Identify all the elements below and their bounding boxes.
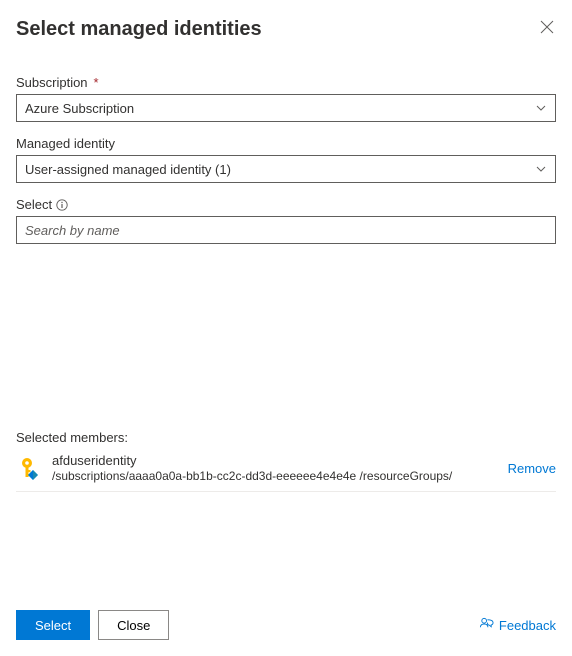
feedback-label: Feedback: [499, 618, 556, 633]
select-label: Select: [16, 197, 556, 212]
subscription-value: Azure Subscription: [25, 101, 134, 116]
selected-members-section: Selected members: afduseridentity /subsc…: [16, 430, 556, 492]
panel-footer: Select Close Feedback: [16, 510, 556, 640]
member-info: afduseridentity /subscriptions/aaaa0a0a-…: [52, 453, 500, 485]
chevron-down-icon: [535, 102, 547, 114]
subscription-dropdown[interactable]: Azure Subscription: [16, 94, 556, 122]
selected-members-label: Selected members:: [16, 430, 556, 445]
subscription-field: Subscription* Azure Subscription: [16, 75, 556, 122]
footer-buttons: Select Close: [16, 610, 169, 640]
managed-identity-label: Managed identity: [16, 136, 556, 151]
select-field: Select: [16, 197, 556, 244]
search-input[interactable]: [16, 216, 556, 244]
remove-link[interactable]: Remove: [508, 461, 556, 476]
feedback-icon: [479, 616, 494, 634]
subscription-label: Subscription*: [16, 75, 556, 90]
managed-identity-icon: [16, 455, 44, 483]
managed-identity-value: User-assigned managed identity (1): [25, 162, 231, 177]
managed-identity-dropdown[interactable]: User-assigned managed identity (1): [16, 155, 556, 183]
close-icon[interactable]: [538, 18, 556, 39]
select-button[interactable]: Select: [16, 610, 90, 640]
chevron-down-icon: [535, 163, 547, 175]
member-path: /subscriptions/aaaa0a0a-bb1b-cc2c-dd3d-e…: [52, 469, 500, 485]
managed-identity-field: Managed identity User-assigned managed i…: [16, 136, 556, 183]
required-indicator: *: [94, 75, 99, 90]
close-button[interactable]: Close: [98, 610, 169, 640]
panel-title: Select managed identities: [16, 18, 262, 41]
panel-header: Select managed identities: [16, 18, 556, 41]
member-row: afduseridentity /subscriptions/aaaa0a0a-…: [16, 449, 556, 492]
spacer: [16, 258, 556, 430]
member-name: afduseridentity: [52, 453, 500, 470]
feedback-link[interactable]: Feedback: [479, 616, 556, 634]
info-icon[interactable]: [56, 199, 68, 211]
